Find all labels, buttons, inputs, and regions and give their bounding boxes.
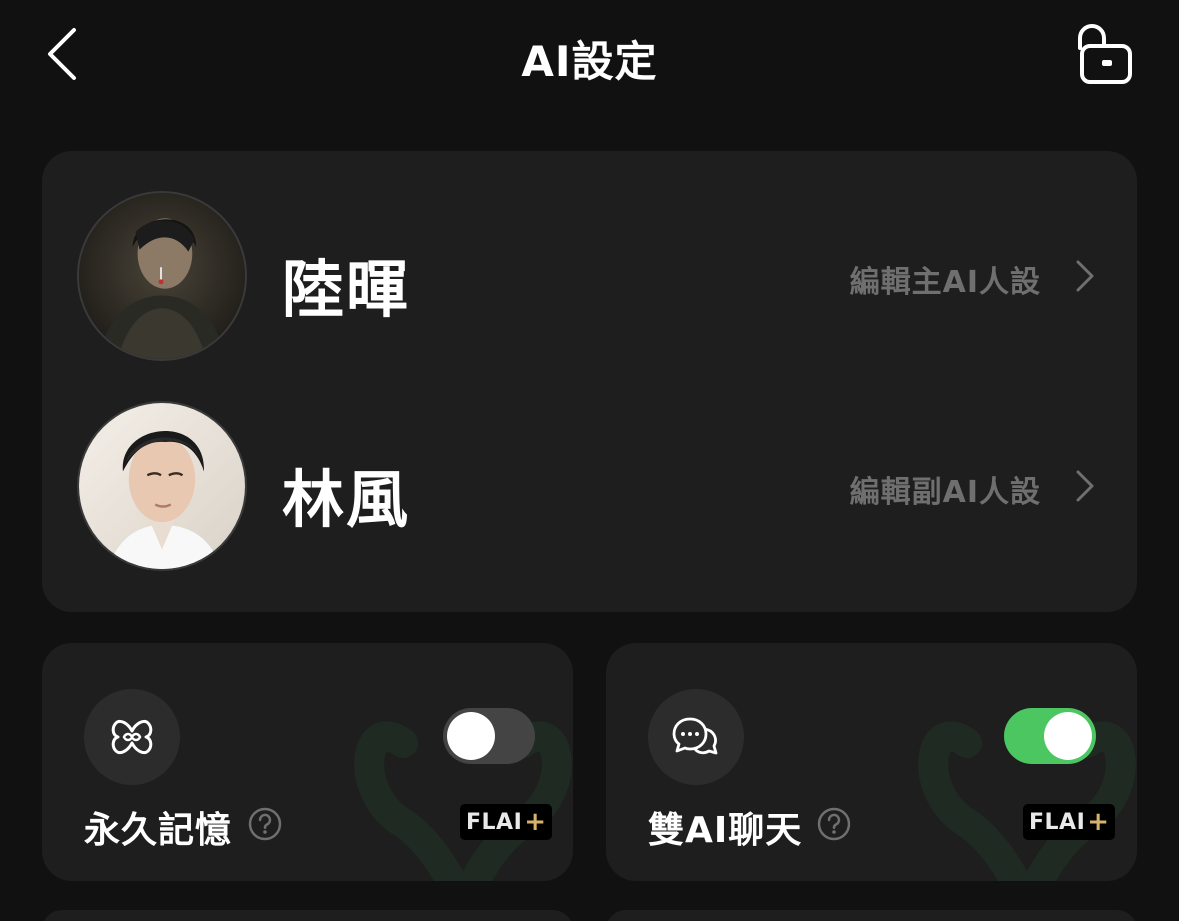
help-icon[interactable] [248, 807, 282, 841]
character-card: 陸暉 編輯主AI人設 林風 編輯副AI人設 [42, 151, 1137, 612]
toggle-knob [447, 712, 495, 760]
character-row-secondary[interactable]: 林風 編輯副AI人設 [42, 401, 1137, 573]
header: AI設定 [0, 0, 1179, 110]
unlock-icon [1078, 24, 1132, 84]
avatar [77, 401, 247, 571]
feature-icon-container [648, 689, 744, 785]
badge-text: FLAI [1029, 809, 1086, 835]
character-name: 陸暉 [282, 253, 411, 326]
chevron-right-icon [1076, 470, 1094, 502]
avatar-image [79, 193, 245, 359]
feature-card-permanent-memory: 永久記憶 FLAI + [42, 643, 573, 881]
chat-bubbles-icon [672, 717, 718, 755]
feature-card-dual-ai-chat: 雙AI聊天 FLAI + [606, 643, 1137, 881]
flai-plus-badge: FLAI + [460, 804, 553, 840]
ai-settings-page: AI設定 陸暉 編輯主AI人設 林風 編輯副AI人設 永久記憶 FLAI + 雙… [0, 0, 1179, 921]
feature-label: 永久記憶 [84, 810, 233, 851]
avatar-image [79, 403, 245, 569]
badge-text: FLAI [466, 809, 523, 835]
badge-plus: + [1087, 807, 1110, 837]
next-card-peek [606, 910, 1137, 921]
page-title: AI設定 [521, 37, 658, 86]
toggle-knob [1044, 712, 1092, 760]
avatar [77, 191, 247, 361]
edit-primary-ai-link[interactable]: 編輯主AI人設 [850, 257, 1041, 301]
feature-label: 雙AI聊天 [648, 810, 803, 851]
flai-plus-badge: FLAI + [1023, 804, 1116, 840]
unlock-button[interactable] [1070, 22, 1138, 88]
edit-secondary-ai-link[interactable]: 編輯副AI人設 [850, 467, 1041, 511]
character-row-primary[interactable]: 陸暉 編輯主AI人設 [42, 191, 1137, 363]
character-name: 林風 [282, 463, 411, 536]
dual-ai-chat-toggle[interactable] [1004, 708, 1096, 764]
help-icon[interactable] [817, 807, 851, 841]
infinity-memory-icon [111, 719, 153, 755]
permanent-memory-toggle[interactable] [443, 708, 535, 764]
feature-icon-container [84, 689, 180, 785]
badge-plus: + [524, 807, 547, 837]
chevron-right-icon [1076, 260, 1094, 292]
next-card-peek [42, 910, 573, 921]
